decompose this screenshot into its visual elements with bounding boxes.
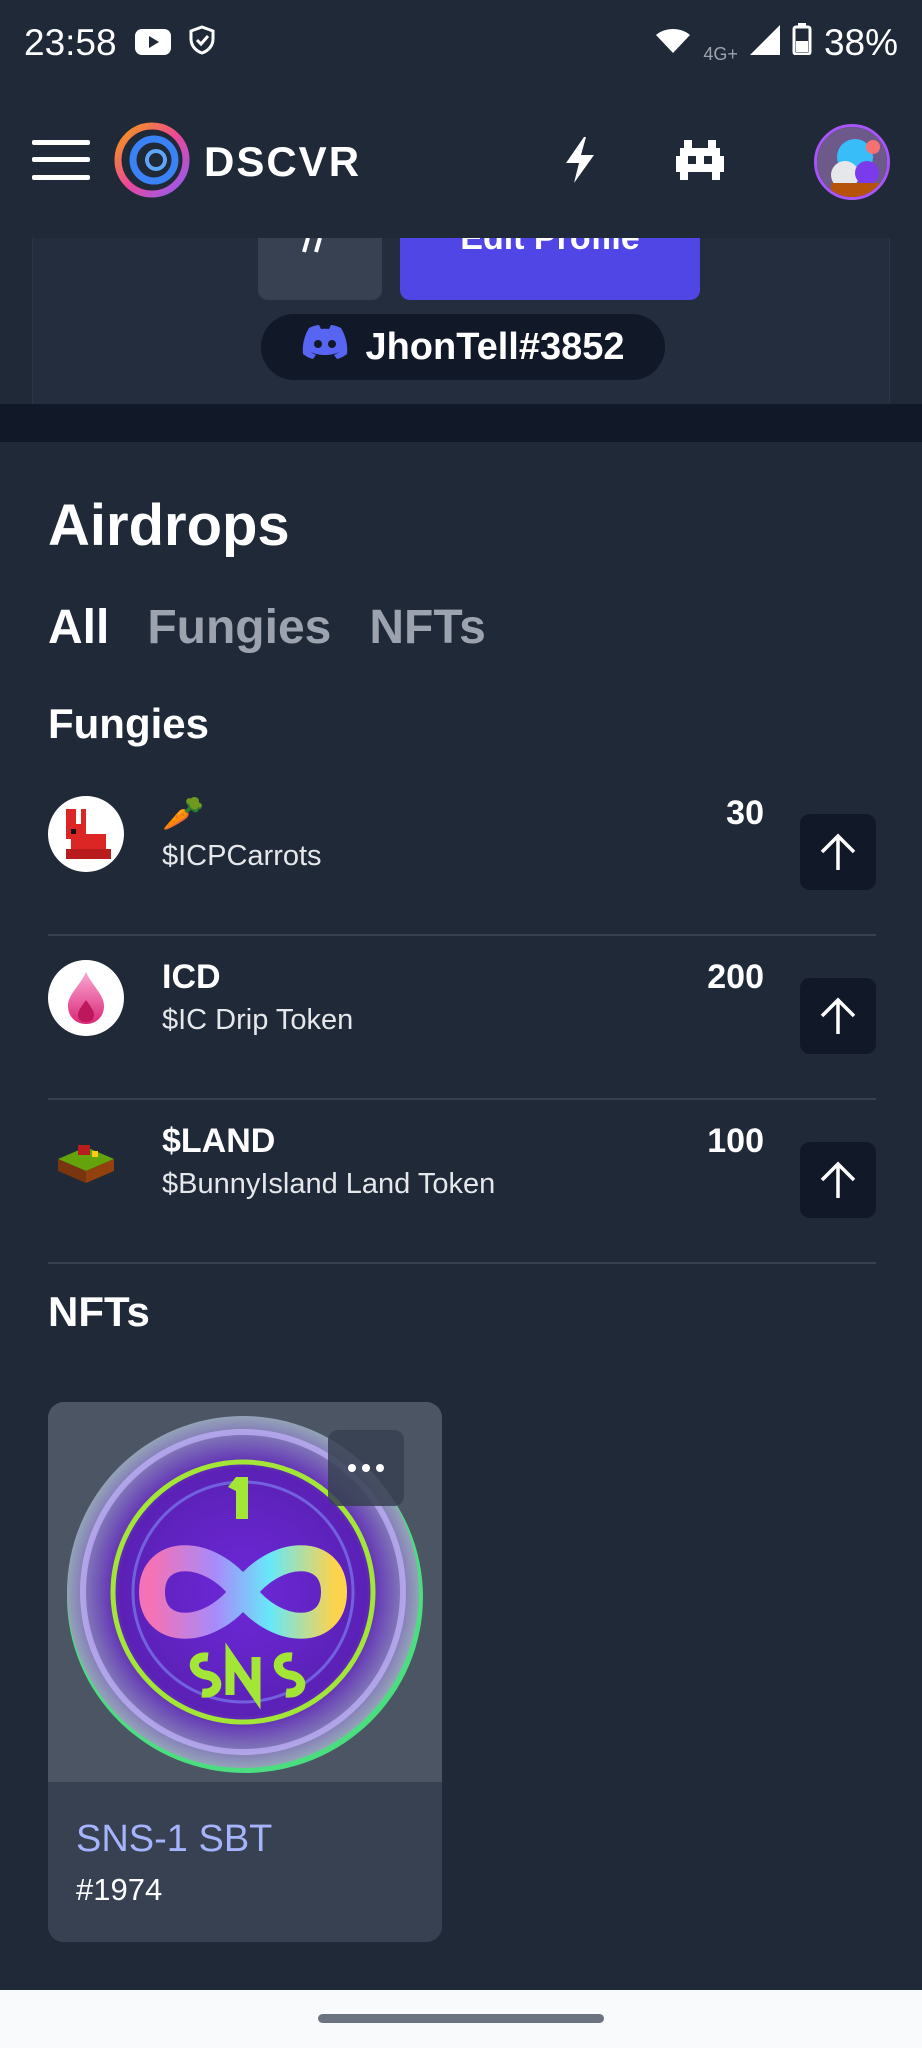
- battery-level: 38%: [823, 22, 898, 63]
- token-row: 🥕 $ICPCarrots 30: [48, 772, 876, 936]
- token-name: ICD: [162, 958, 221, 996]
- dscvr-logo-icon: [114, 122, 190, 203]
- send-button[interactable]: [800, 978, 876, 1054]
- menu-icon[interactable]: [32, 138, 90, 187]
- nft-id: #1974: [76, 1872, 163, 1907]
- arrow-up-icon: [820, 1161, 856, 1198]
- airdrops-tabs: All Fungies NFTs: [48, 600, 486, 655]
- tab-nfts[interactable]: NFTs: [369, 600, 485, 655]
- nfts-heading: NFTs: [48, 1288, 150, 1335]
- brand-name: DSCVR: [204, 138, 362, 185]
- airdrops-title: Airdrops: [48, 493, 290, 558]
- dot-icon: [362, 1464, 370, 1472]
- token-subtitle: $BunnyIsland Land Token: [162, 1168, 496, 1200]
- home-gesture-bar[interactable]: [318, 2014, 604, 2023]
- share-button[interactable]: [258, 238, 382, 300]
- discord-icon: [301, 324, 349, 370]
- profile-card: Edit Profile JhonTell#3852: [32, 238, 890, 404]
- lightning-icon[interactable]: [564, 136, 596, 188]
- token-name: 🥕: [162, 795, 205, 833]
- youtube-icon: [134, 22, 171, 64]
- nft-card[interactable]: SNS-1 SBT #1974: [48, 1402, 442, 1942]
- nft-title: SNS-1 SBT: [76, 1818, 273, 1860]
- token-amount: 100: [707, 1122, 764, 1160]
- status-bar: 23:58 4G+ 38%: [0, 0, 922, 86]
- tab-all[interactable]: All: [48, 600, 109, 655]
- edit-profile-button[interactable]: Edit Profile: [400, 238, 700, 300]
- tab-fungies[interactable]: Fungies: [147, 600, 331, 655]
- drip-icon: [48, 960, 124, 1036]
- discord-username: JhonTell#3852: [365, 325, 625, 368]
- token-subtitle: $IC Drip Token: [162, 1004, 354, 1036]
- token-amount: 30: [726, 794, 764, 832]
- rabbit-icon: [48, 796, 124, 872]
- nft-info: SNS-1 SBT #1974: [48, 1782, 442, 1942]
- arrow-up-icon: [820, 833, 856, 870]
- system-nav-bar: [0, 1990, 922, 2048]
- brand-logo[interactable]: DSCVR: [114, 122, 361, 203]
- battery-icon: [792, 22, 812, 64]
- token-amount: 200: [707, 958, 764, 996]
- fungies-heading: Fungies: [48, 700, 210, 747]
- token-row: ICD $IC Drip Token 200: [48, 936, 876, 1100]
- token-subtitle: $ICPCarrots: [162, 840, 322, 872]
- arrow-up-icon: [820, 997, 856, 1034]
- send-button[interactable]: [800, 1142, 876, 1218]
- network-type: 4G+: [703, 43, 738, 64]
- send-button[interactable]: [800, 814, 876, 890]
- shield-icon: [189, 22, 215, 64]
- dot-icon: [376, 1464, 384, 1472]
- section-divider: [0, 404, 922, 442]
- discord-handle-badge: JhonTell#3852: [261, 314, 665, 380]
- signal-icon: [749, 22, 780, 64]
- space-invader-icon[interactable]: [676, 139, 724, 185]
- wifi-icon: [655, 22, 691, 64]
- land-icon: [48, 1124, 124, 1200]
- status-time: 23:58: [24, 22, 117, 63]
- top-navbar: DSCVR: [0, 86, 922, 238]
- nft-more-button[interactable]: [328, 1430, 404, 1506]
- token-name: $LAND: [162, 1122, 276, 1160]
- token-row: $LAND $BunnyIsland Land Token 100: [48, 1100, 876, 1264]
- avatar[interactable]: [814, 124, 890, 200]
- dot-icon: [348, 1464, 356, 1472]
